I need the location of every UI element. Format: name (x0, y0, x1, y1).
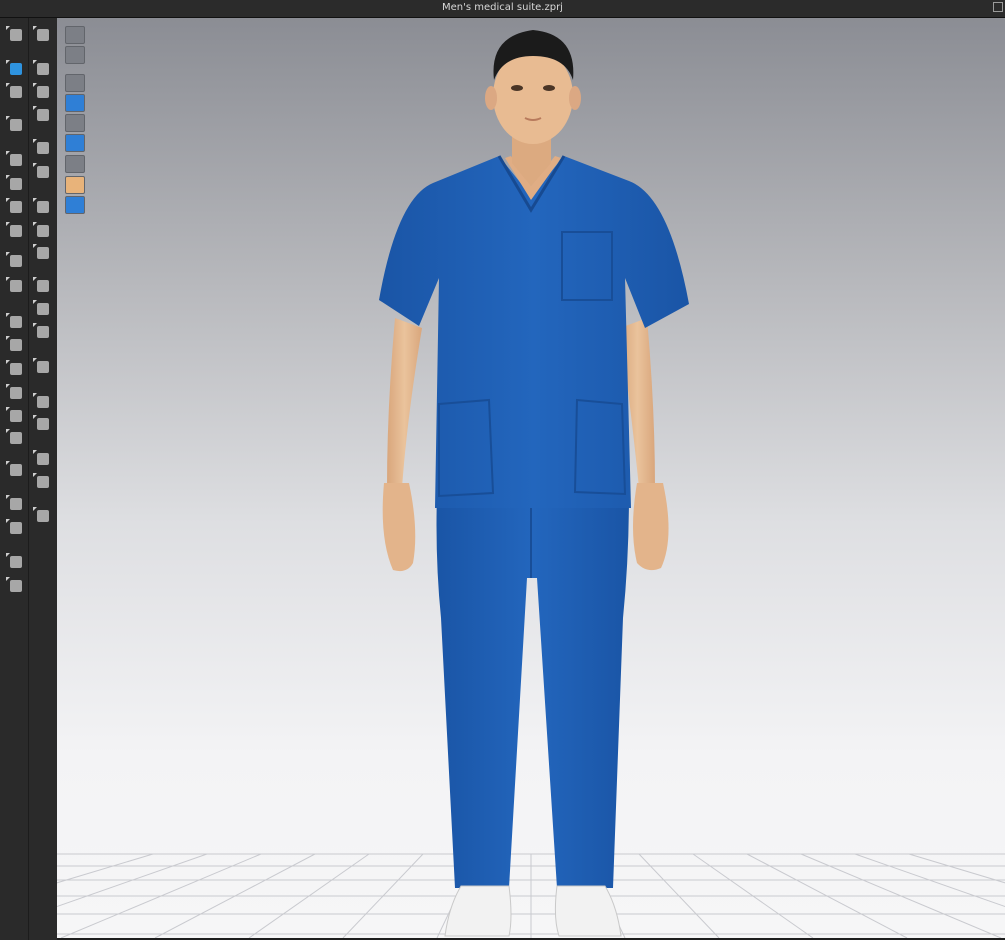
shirt-view-icon[interactable] (65, 74, 85, 92)
lock-button-icon[interactable] (33, 323, 53, 341)
shape-icon[interactable] (65, 155, 85, 173)
3d-viewport[interactable] (57, 18, 1005, 938)
trim-icon[interactable] (33, 198, 53, 216)
floor-grid (57, 853, 1005, 938)
shirt-outline-icon[interactable] (65, 46, 85, 64)
fill4-icon[interactable] (33, 473, 53, 491)
right-shoe (554, 885, 622, 937)
avatar-icon[interactable] (6, 429, 26, 447)
button-icon[interactable] (33, 277, 53, 295)
right-hand (633, 483, 669, 571)
gift-icon[interactable] (6, 360, 26, 378)
fill-icon[interactable] (33, 393, 53, 411)
needle-icon[interactable] (6, 495, 26, 513)
zip-icon[interactable] (33, 163, 53, 181)
tuck-icon[interactable] (6, 198, 26, 216)
edit-pattern-icon[interactable] (6, 83, 26, 101)
garment-back-icon[interactable] (6, 577, 26, 595)
book-icon[interactable] (6, 384, 26, 402)
left-toolbar (0, 18, 57, 940)
ribbon-icon[interactable] (33, 358, 53, 376)
pin-icon[interactable] (33, 60, 53, 78)
pattern-icon[interactable] (33, 244, 53, 262)
toolbar-divider (28, 18, 29, 940)
texture-icon[interactable] (65, 94, 85, 112)
fold-icon[interactable] (6, 277, 26, 295)
export-icon[interactable] (6, 313, 26, 331)
measure-icon[interactable] (65, 26, 85, 44)
avatar-view-icon[interactable] (65, 114, 85, 132)
sewing-icon[interactable] (33, 83, 53, 101)
left-shoe (444, 885, 512, 937)
select-move-icon[interactable] (6, 26, 26, 44)
ruler-icon[interactable] (6, 461, 26, 479)
buttonhole-icon[interactable] (33, 300, 53, 318)
title-bar: Men's medical suite.zprj (0, 0, 1005, 18)
image-icon[interactable] (6, 222, 26, 240)
cut-icon[interactable] (33, 139, 53, 157)
transform-icon[interactable] (6, 60, 26, 78)
tack-icon[interactable] (33, 106, 53, 124)
shirt-icon[interactable] (6, 116, 26, 134)
rotate-icon[interactable] (6, 151, 26, 169)
line-icon[interactable] (6, 252, 26, 270)
fill3-icon[interactable] (33, 450, 53, 468)
scrub-pants (436, 493, 629, 888)
window-title: Men's medical suite.zprj (442, 2, 563, 13)
hand-icon[interactable] (6, 407, 26, 425)
run-pose-icon[interactable] (33, 26, 53, 44)
layer-icon[interactable] (65, 134, 85, 152)
pen-icon[interactable] (6, 519, 26, 537)
scene (57, 30, 1005, 938)
left-hand (382, 483, 416, 572)
bag-icon[interactable] (6, 336, 26, 354)
left-arm (387, 318, 422, 488)
skin-icon[interactable] (65, 176, 85, 194)
segment-icon[interactable] (6, 175, 26, 193)
garment-front-icon[interactable] (6, 553, 26, 571)
seam-icon[interactable] (33, 222, 53, 240)
fill2-icon[interactable] (33, 415, 53, 433)
globe-icon[interactable] (65, 196, 85, 214)
arrow-expand-icon[interactable] (33, 507, 53, 525)
restore-window-icon[interactable] (993, 2, 1003, 12)
